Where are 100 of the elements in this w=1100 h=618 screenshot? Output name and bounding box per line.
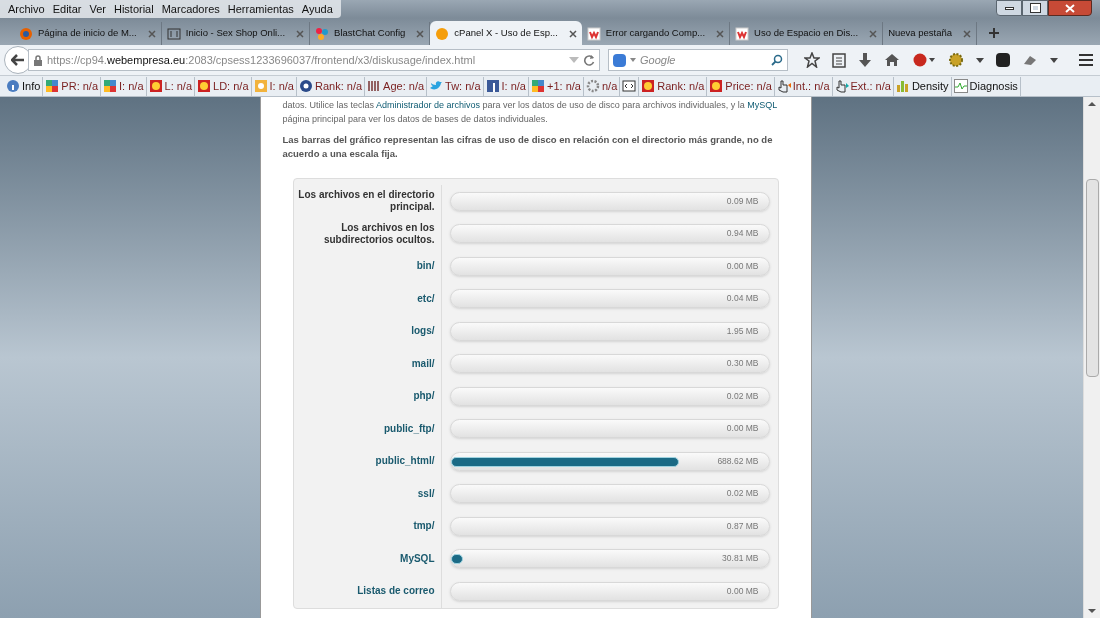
circle-icon	[435, 26, 450, 41]
usage-reading: 30.81 MB	[722, 552, 760, 566]
row-label: Los archivos en el directorio principal.	[297, 189, 435, 214]
code-icon	[622, 79, 637, 93]
caret-icon[interactable]	[1050, 57, 1058, 63]
back-arrow-icon	[11, 54, 25, 66]
sun-icon	[709, 79, 724, 93]
usage-reading: 0.04 MB	[726, 292, 760, 306]
close-tab-icon[interactable]	[568, 29, 577, 38]
usage-reading: 0.30 MB	[726, 357, 760, 371]
squares-icon	[45, 79, 60, 93]
toolbar-button[interactable]: Rank: n/a	[297, 76, 366, 96]
download-icon[interactable]	[858, 52, 872, 68]
toolbar-button[interactable]: LD: n/a	[195, 76, 252, 96]
menu-item[interactable]: Historial	[109, 0, 158, 18]
menu-item[interactable]: Archivo	[4, 0, 49, 18]
bar-chart-icon	[895, 79, 910, 93]
usage-reading: 0.02 MB	[726, 389, 760, 403]
menu-item[interactable]: Ver	[85, 0, 110, 18]
close-button[interactable]	[1048, 0, 1092, 16]
menu-item[interactable]: Herramientas	[223, 0, 298, 18]
link[interactable]: Administrador de archivos	[376, 100, 481, 110]
usage-reading: 0.02 MB	[726, 487, 760, 501]
square-icon	[485, 79, 500, 93]
folder-link[interactable]: php/	[413, 390, 435, 403]
close-tab-icon[interactable]	[963, 29, 972, 38]
close-tab-icon[interactable]	[416, 29, 425, 38]
search-icon[interactable]	[771, 54, 783, 66]
dots-icon	[315, 26, 330, 41]
sun-icon	[148, 79, 163, 93]
hand-icon	[834, 79, 849, 93]
toolbar-button[interactable]: Density	[893, 76, 952, 96]
browser-tab[interactable]: cPanel X - Uso de Esp...	[430, 21, 582, 46]
hand-icon	[776, 79, 791, 93]
maximize-button[interactable]	[1022, 0, 1048, 16]
toolbar-button[interactable]: Price: n/a	[707, 76, 775, 96]
caret-icon[interactable]	[976, 57, 984, 63]
folder-link[interactable]: logs/	[411, 325, 435, 338]
padlock-icon	[33, 54, 43, 66]
sun-icon	[197, 79, 212, 93]
w-icon	[735, 26, 750, 41]
intro-paragraph: datos. Utilice las teclas Administrador de archivos para ver los datos de uso de disco para archivos individuales, y la MySQL página principal para ver los datos de bases de datos individuales.	[282, 99, 778, 126]
search-engine-icon[interactable]	[613, 53, 626, 67]
info-icon	[6, 79, 20, 93]
toolbar-button[interactable]: Diagnosis	[951, 76, 1021, 96]
toolbar-button[interactable]: Age: n/a	[365, 76, 428, 96]
new-tab-icon[interactable]	[989, 28, 1000, 38]
toolbar-button[interactable]: I: n/a	[251, 76, 297, 96]
close-tab-icon[interactable]	[716, 29, 725, 38]
toolbar-button[interactable]: Int.: n/a	[774, 76, 833, 96]
toolbar-button[interactable]: n/a	[583, 76, 621, 96]
w-icon	[586, 26, 601, 41]
toolbar-button[interactable]: Ext.: n/a	[832, 76, 894, 96]
folder-link[interactable]: etc/	[417, 292, 435, 305]
scroll-thumb[interactable]	[1085, 179, 1099, 377]
search-field[interactable]: Google	[608, 49, 788, 71]
link[interactable]: MySQL	[747, 100, 777, 110]
minimize-button[interactable]	[996, 0, 1022, 16]
folder-link[interactable]: bin/	[416, 260, 435, 273]
star-icon[interactable]	[804, 52, 820, 68]
address-field[interactable]: https://cp94.webempresa.eu:2083/cpsess1233696037/frontend/x3/diskusage/index.html	[28, 49, 600, 71]
menu-item[interactable]: Ayuda	[297, 0, 337, 18]
toolbar-button[interactable]: L: n/a	[146, 76, 196, 96]
search-input[interactable]: Google	[640, 51, 767, 69]
clipboard-icon[interactable]	[832, 52, 846, 68]
bars-icon	[367, 79, 382, 93]
folder-link[interactable]: public_ftp/	[383, 422, 435, 435]
usage-reading: 0.87 MB	[726, 519, 760, 533]
menu-item[interactable]: Editar	[48, 0, 86, 18]
menu-icon[interactable]	[1078, 53, 1094, 67]
sun-icon	[641, 79, 656, 93]
usage-reading: 1.95 MB	[726, 324, 760, 338]
scrollbar[interactable]	[1083, 97, 1100, 618]
folder-link[interactable]: MySQL	[400, 552, 435, 565]
folder-link[interactable]: public_html/	[375, 455, 435, 468]
usage-reading: 688.62 MB	[717, 454, 760, 468]
usage-reading: 0.00 MB	[726, 422, 760, 436]
close-tab-icon[interactable]	[296, 29, 305, 38]
toolbar-button[interactable]: Rank: n/a	[639, 76, 708, 96]
toolbar-button[interactable]: +1: n/a	[529, 76, 584, 96]
home-icon[interactable]	[884, 53, 900, 67]
toolbar-button[interactable]: Info	[4, 76, 44, 96]
usage-reading: 0.09 MB	[726, 194, 760, 208]
squares-icon	[531, 79, 545, 93]
folder-link[interactable]: tmp/	[413, 520, 435, 533]
pulse-icon	[953, 79, 968, 93]
close-tab-icon[interactable]	[147, 29, 156, 38]
toolbar-button[interactable]: I: n/a	[101, 76, 147, 96]
menu-item[interactable]: Marcadores	[157, 0, 224, 18]
toolbar-button[interactable]: Tw: n/a	[427, 76, 484, 96]
close-icon	[1065, 3, 1075, 13]
toolbar-button[interactable]: I: n/a	[483, 76, 529, 96]
toolbar-button[interactable]: PR: n/a	[43, 76, 102, 96]
folder-link[interactable]: Listas de correo	[357, 585, 435, 598]
folder-link[interactable]: ssl/	[417, 487, 435, 500]
folder-link[interactable]: mail/	[411, 357, 435, 370]
reload-icon[interactable]	[583, 54, 595, 66]
square-icon	[253, 79, 268, 93]
toolbar-button[interactable]	[620, 76, 640, 96]
close-tab-icon[interactable]	[869, 29, 878, 38]
